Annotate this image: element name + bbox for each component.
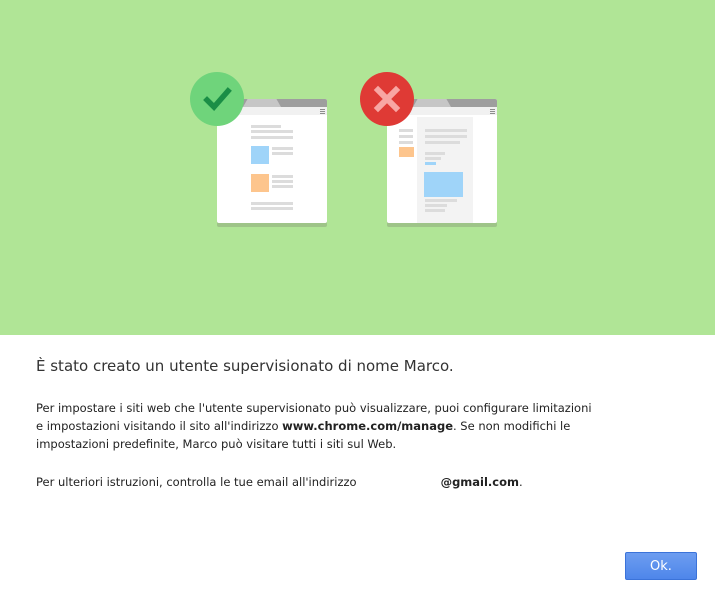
menu-icon	[320, 109, 325, 114]
blocked-content-panel	[417, 117, 473, 223]
sidebar-line	[399, 135, 413, 138]
content-line	[251, 136, 293, 139]
content-line	[251, 202, 293, 205]
email-text-after: .	[519, 475, 523, 489]
browser-tab	[243, 99, 281, 107]
content-line	[425, 199, 457, 202]
orange-image-block	[399, 147, 414, 157]
sidebar-line	[399, 141, 413, 144]
allowed-badge	[190, 72, 244, 126]
cross-icon	[373, 85, 401, 113]
content-line	[425, 157, 441, 160]
blocked-badge	[360, 72, 414, 126]
content-line	[272, 175, 293, 178]
content-line	[425, 135, 467, 138]
sidebar-line	[399, 129, 413, 132]
manage-url: www.chrome.com/manage	[282, 419, 453, 433]
content-line	[425, 209, 445, 212]
email-instructions: Per ulteriori istruzioni, controlla le t…	[36, 473, 596, 491]
content-line	[425, 152, 445, 155]
content-line	[425, 141, 460, 144]
content-line	[425, 129, 467, 132]
ok-button[interactable]: Ok.	[625, 552, 697, 580]
illustration-banner	[0, 0, 715, 335]
content-line	[251, 207, 293, 210]
content-line	[272, 152, 293, 155]
email-text-before: Per ulteriori istruzioni, controlla le t…	[36, 475, 357, 489]
email-domain: @gmail.com	[440, 475, 519, 489]
browser-tab	[413, 99, 451, 107]
content-line	[272, 185, 293, 188]
content-line	[272, 180, 293, 183]
menu-icon	[490, 109, 495, 114]
blue-link-block	[425, 162, 436, 165]
content-line	[251, 130, 293, 133]
blue-image-block	[424, 172, 463, 197]
content-line	[251, 125, 281, 128]
content-line	[425, 204, 447, 207]
dialog-title: È stato creato un utente supervisionato …	[36, 357, 454, 375]
orange-image-block	[251, 174, 269, 192]
content-line	[272, 147, 293, 150]
checkmark-icon	[203, 87, 232, 112]
manage-instructions: Per impostare i siti web che l'utente su…	[36, 399, 596, 453]
blue-image-block	[251, 146, 269, 164]
